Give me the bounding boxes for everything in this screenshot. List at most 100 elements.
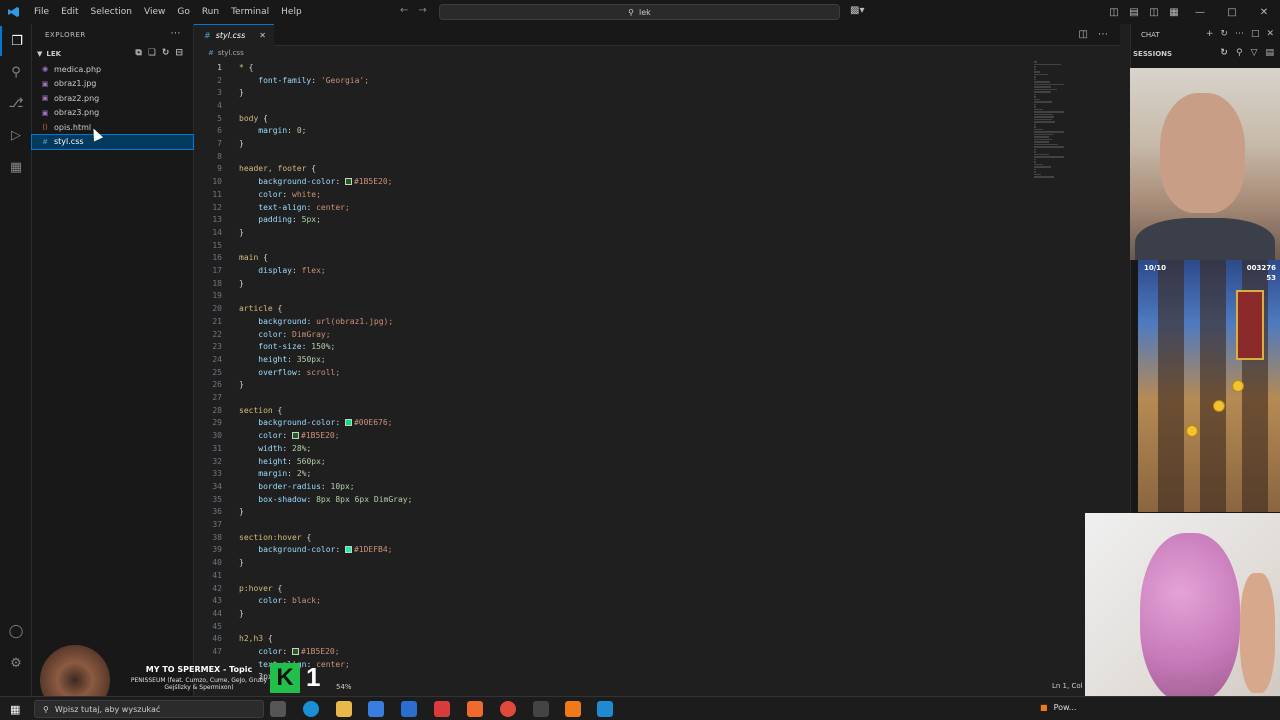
breadcrumb-file[interactable]: styl.css — [218, 49, 244, 57]
code-line[interactable]: 13 padding: 5px; — [194, 213, 321, 226]
new-file-icon[interactable]: ⧉ — [135, 48, 141, 58]
code-line[interactable]: 30 color: #1B5E20; — [194, 429, 339, 442]
code-line[interactable]: 31 width: 28%; — [194, 442, 311, 455]
filter-icon[interactable]: ▽ — [1251, 48, 1258, 58]
refresh-icon[interactable]: ↻ — [162, 48, 170, 58]
search-icon[interactable]: ⚲ — [0, 57, 32, 87]
code-line[interactable]: 2 font-family: 'Georgia'; — [194, 74, 369, 87]
code-line[interactable]: 10 background-color: #1B5E20; — [194, 175, 392, 188]
folder-lek[interactable]: ▼ LEK ⧉ ❏ ↻ ⊟ — [32, 46, 193, 62]
code-line[interactable]: 27 — [194, 391, 222, 404]
layout-icon[interactable]: ▤ — [1265, 48, 1274, 58]
code-line[interactable]: 26} — [194, 379, 243, 392]
layout-panel-icon[interactable]: ▤ — [1124, 7, 1144, 18]
code-line[interactable]: 37 — [194, 518, 222, 531]
code-line[interactable]: 40} — [194, 556, 243, 569]
code-line[interactable]: 17 display: flex; — [194, 264, 325, 277]
file-obraz3-png[interactable]: ▣ obraz3.png — [32, 106, 193, 121]
menu-help[interactable]: Help — [275, 0, 308, 24]
menu-terminal[interactable]: Terminal — [225, 0, 275, 24]
code-line[interactable]: 4 — [194, 99, 222, 112]
file-obraz1-jpg[interactable]: ▣ obraz1.jpg — [32, 77, 193, 92]
maximize-icon[interactable]: □ — [1251, 29, 1260, 39]
close-icon[interactable]: ✕ — [259, 31, 266, 40]
menu-run[interactable]: Run — [196, 0, 225, 24]
back-arrow-icon[interactable]: ← — [400, 5, 408, 16]
menu-selection[interactable]: Selection — [85, 0, 138, 24]
pdf-icon[interactable] — [434, 701, 450, 717]
color-swatch[interactable] — [344, 546, 352, 554]
file-obraz2-png[interactable]: ▣ obraz2.png — [32, 91, 193, 106]
layout-secondary-icon[interactable]: ◫ — [1144, 7, 1164, 18]
color-swatch[interactable] — [292, 432, 299, 440]
mail-icon[interactable] — [401, 701, 417, 717]
code-line[interactable]: 9 header, footer { — [194, 163, 316, 176]
history-icon[interactable]: ↻ — [1220, 29, 1228, 39]
code-line[interactable]: 39 background-color: #1DEFB4; — [194, 544, 392, 557]
code-line[interactable]: 41 — [194, 569, 222, 582]
code-line[interactable]: 43 color: black; — [194, 594, 321, 607]
split-editor-icon[interactable]: ◫ — [1079, 29, 1088, 40]
refresh-icon[interactable]: ↻ — [1220, 48, 1228, 58]
command-center-search[interactable]: ⚲ lek — [439, 4, 840, 20]
code-line[interactable]: 16 main { — [194, 252, 268, 265]
store-icon[interactable] — [368, 701, 384, 717]
menu-edit[interactable]: Edit — [55, 0, 84, 24]
folder-icon[interactable] — [336, 701, 352, 717]
layout-sidebar-icon[interactable]: ◫ — [1104, 7, 1124, 18]
code-line[interactable]: 11 color: white; — [194, 188, 321, 201]
code-line[interactable]: 38 section:hover { — [194, 531, 311, 544]
code-line[interactable]: 33 margin: 2%; — [194, 467, 311, 480]
minimize-icon[interactable]: — — [1184, 7, 1216, 18]
xampp-icon[interactable] — [565, 701, 581, 717]
chatgpt-icon[interactable] — [533, 701, 549, 717]
code-line[interactable]: 20 article { — [194, 302, 282, 315]
close-icon[interactable]: ✕ — [1266, 29, 1274, 39]
brave-icon[interactable] — [467, 701, 483, 717]
minimap[interactable] — [1034, 60, 1104, 178]
code-line[interactable]: 36} — [194, 506, 243, 519]
code-line[interactable]: 3} — [194, 86, 244, 99]
code-line[interactable]: 23 font-size: 150%; — [194, 340, 335, 353]
code-line[interactable]: 6 margin: 0; — [194, 125, 306, 138]
code-line[interactable]: 32 height: 560px; — [194, 455, 325, 468]
new-folder-icon[interactable]: ❏ — [148, 48, 156, 58]
code-line[interactable]: 29 background-color: #00E676; — [194, 417, 392, 430]
account-icon[interactable]: ◯ — [0, 616, 32, 646]
code-line[interactable]: 1 * { — [194, 61, 253, 74]
forward-arrow-icon[interactable]: → — [418, 5, 426, 16]
code-line[interactable]: 44} — [194, 607, 243, 620]
windows-start-icon[interactable]: ▦ — [10, 703, 20, 716]
extensions-icon[interactable]: ▦ — [0, 152, 32, 182]
code-line[interactable]: 28 section { — [194, 404, 282, 417]
chrome-icon[interactable] — [500, 701, 516, 717]
code-editor[interactable]: 1 * {2 font-family: 'Georgia'; 3} 4 5 body {6… — [194, 60, 1024, 685]
edge-icon[interactable] — [303, 701, 319, 717]
maximize-icon[interactable]: □ — [1216, 7, 1248, 18]
file-opis-html[interactable]: ⟨⟩ opis.html — [32, 120, 193, 135]
taskbar-search[interactable]: ⚲ Wpisz tutaj, aby wyszukać — [34, 700, 264, 718]
code-line[interactable]: 21 background: url(obraz1.jpg); — [194, 315, 393, 328]
close-window-icon[interactable]: ✕ — [1248, 7, 1280, 18]
code-line[interactable]: 8 — [194, 150, 222, 163]
collapse-icon[interactable]: ⊟ — [175, 48, 183, 58]
file-styl-css[interactable]: # styl.css — [31, 133, 194, 150]
copilot-icon[interactable]: ▩▾ — [850, 5, 864, 16]
code-line[interactable]: 14} — [194, 226, 243, 239]
search-icon[interactable]: ⚲ — [1236, 48, 1243, 58]
plus-icon[interactable]: + — [1206, 29, 1214, 39]
run-debug-icon[interactable]: ▷ — [0, 120, 32, 150]
more-actions-icon[interactable]: ⋯ — [1235, 29, 1244, 39]
code-line[interactable]: 25 overflow: scroll; — [194, 366, 340, 379]
color-swatch[interactable] — [344, 178, 352, 186]
code-line[interactable]: 45 — [194, 620, 222, 633]
code-line[interactable]: 5 body { — [194, 112, 268, 125]
menu-file[interactable]: File — [28, 0, 55, 24]
tray-app-icon[interactable]: ■ — [1040, 703, 1048, 712]
menu-go[interactable]: Go — [171, 0, 195, 24]
code-line[interactable]: 34 border-radius: 10px; — [194, 480, 354, 493]
explorer-icon[interactable]: ❐ — [0, 26, 32, 56]
file-medica-php[interactable]: ◉ medica.php — [32, 62, 193, 77]
tab-styl-css[interactable]: # styl.css ✕ — [194, 24, 274, 46]
code-line[interactable]: 24 height: 350px; — [194, 353, 325, 366]
